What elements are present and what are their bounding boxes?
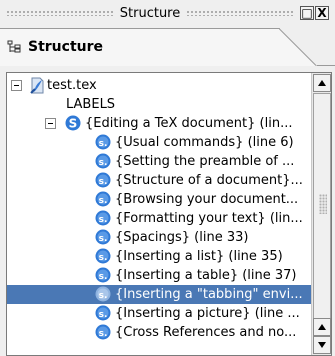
dock-titlebar[interactable]: Structure □ X: [0, 0, 335, 26]
scroll-up-button-lower[interactable]: [313, 318, 331, 336]
svg-text:s.: s.: [99, 158, 108, 168]
scroll-thumb[interactable]: [313, 93, 331, 321]
svg-text:s.: s.: [99, 139, 108, 149]
subsection-label: {Setting the preamble of ...: [115, 154, 295, 169]
tree-row-labels[interactable]: LABELS: [7, 95, 311, 114]
svg-text:s.: s.: [99, 196, 108, 206]
subsection-icon: s.: [95, 286, 111, 302]
subsection-icon: s.: [95, 191, 111, 207]
tab-label: Structure: [28, 39, 104, 55]
tree-row-subsection[interactable]: s. {Setting the preamble of ...: [7, 152, 311, 171]
svg-text:S: S: [69, 117, 78, 131]
svg-text:s.: s.: [99, 215, 108, 225]
structure-tree-view[interactable]: test.tex LABELS S {Editing a TeX documen…: [6, 72, 332, 356]
collapse-toggle-section[interactable]: [45, 118, 56, 129]
tree-row-subsection[interactable]: s. {Formatting your text} (lin...: [7, 209, 311, 228]
tree-row-subsection[interactable]: s. {Inserting a picture} (line ...: [7, 304, 311, 323]
tree-row-subsection[interactable]: s. {Cross References and no...: [7, 323, 311, 342]
tab-structure[interactable]: Structure: [0, 28, 280, 66]
subsection-icon: s.: [95, 153, 111, 169]
tree-row-subsection[interactable]: s. {Usual commands} (line 6): [7, 133, 311, 152]
subsection-label: {Inserting a table} (line 37): [115, 268, 297, 283]
svg-text:s.: s.: [99, 253, 108, 263]
section-label: {Editing a TeX document} (lin...: [85, 116, 293, 131]
structure-panel: Structure □ X Structure test.tex LABELS …: [0, 0, 335, 356]
structure-tree[interactable]: test.tex LABELS S {Editing a TeX documen…: [7, 73, 311, 355]
svg-text:s.: s.: [99, 234, 108, 244]
subsection-label: {Cross References and no...: [115, 325, 297, 340]
dock-title: Structure: [119, 5, 181, 21]
subsection-icon: s.: [95, 172, 111, 188]
tree-row-section[interactable]: S {Editing a TeX document} (lin...: [7, 114, 311, 133]
scroll-up-button[interactable]: [313, 74, 331, 92]
structure-icon: [7, 40, 21, 53]
subsection-label: {Formatting your text} (lin...: [115, 211, 303, 226]
subsection-icon: s.: [95, 210, 111, 226]
subsection-icon: s.: [95, 324, 111, 340]
tree-root-label: test.tex: [47, 78, 97, 93]
scroll-thumb-grip: [319, 194, 327, 214]
subsection-label: {Structure of a document}...: [115, 173, 303, 188]
tree-row-subsection[interactable]: s. {Browsing your document...: [7, 190, 311, 209]
tree-row-subsection[interactable]: s. {Inserting a list} (line 35): [7, 247, 311, 266]
subsection-label: {Inserting a picture} (line ...: [115, 306, 300, 321]
subsection-icon: s.: [95, 134, 111, 150]
svg-text:s.: s.: [99, 329, 108, 339]
arrow-up-icon: [318, 324, 326, 330]
tree-row-root[interactable]: test.tex: [7, 76, 311, 95]
tex-file-icon: [30, 77, 44, 94]
subsection-icon: s.: [95, 267, 111, 283]
close-button[interactable]: X: [315, 6, 330, 20]
labels-node-label: LABELS: [66, 97, 116, 112]
subsection-label: {Browsing your document...: [115, 192, 299, 207]
subsection-label: {Spacings} (line 33): [115, 230, 249, 245]
subsection-icon: s.: [95, 305, 111, 321]
tree-row-subsection[interactable]: s. {Spacings} (line 33): [7, 228, 311, 247]
tree-row-subsection[interactable]: s. {Structure of a document}...: [7, 171, 311, 190]
vertical-scrollbar[interactable]: [311, 73, 331, 355]
svg-text:s.: s.: [99, 291, 108, 301]
svg-text:s.: s.: [99, 177, 108, 187]
subsection-label: {Usual commands} (line 6): [115, 135, 294, 150]
float-button[interactable]: □: [300, 6, 315, 20]
subsection-icon: s.: [95, 229, 111, 245]
scroll-down-button[interactable]: [313, 336, 331, 354]
subsection-label: {Inserting a "tabbing" envi...: [115, 287, 303, 302]
svg-text:s.: s.: [99, 310, 108, 320]
svg-text:s.: s.: [99, 272, 108, 282]
arrow-down-icon: [318, 342, 326, 348]
section-icon: S: [65, 115, 81, 131]
titlebar-grip-right: [186, 10, 295, 16]
tab-bar: Structure: [0, 26, 335, 66]
subsection-icon: s.: [95, 248, 111, 264]
tree-row-subsection[interactable]: s. {Inserting a table} (line 37): [7, 266, 311, 285]
tab-edge: [279, 28, 317, 66]
arrow-up-icon: [318, 80, 326, 86]
tree-row-subsection-selected[interactable]: s. {Inserting a "tabbing" envi...: [7, 285, 311, 304]
collapse-toggle-root[interactable]: [11, 80, 22, 91]
subsection-label: {Inserting a list} (line 35): [115, 249, 283, 264]
titlebar-grip-left: [6, 10, 114, 16]
